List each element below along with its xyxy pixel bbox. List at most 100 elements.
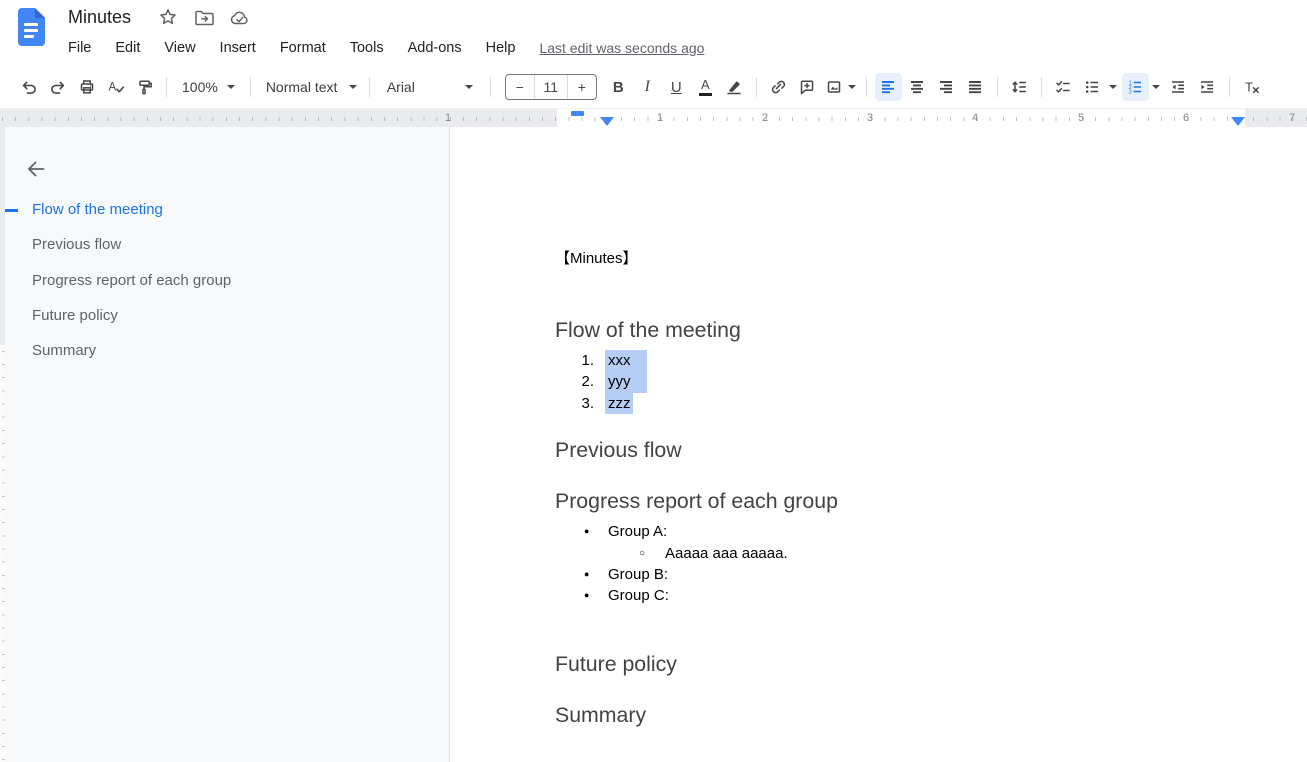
menu-tools[interactable]: Tools — [350, 40, 384, 56]
align-right-button[interactable] — [933, 73, 960, 101]
highlight-color-button[interactable] — [721, 73, 748, 101]
ruler-number: 2 — [762, 112, 768, 124]
bullet-text: Group A: — [608, 523, 667, 540]
toolbar-divider — [866, 77, 867, 97]
zoom-select[interactable]: 100% — [174, 73, 243, 101]
right-indent-marker[interactable] — [1231, 117, 1245, 126]
chevron-down-icon[interactable] — [1109, 85, 1117, 89]
font-family-select[interactable]: Arial — [377, 73, 483, 101]
add-comment-button[interactable] — [794, 73, 821, 101]
zoom-value: 100% — [182, 79, 218, 95]
toolbar-divider — [756, 77, 757, 97]
selected-list-text: zzz — [605, 393, 633, 414]
list-number: 1. — [555, 350, 594, 371]
heading-flow-of-the-meeting[interactable]: Flow of the meeting — [555, 317, 1255, 344]
heading-previous-flow[interactable]: Previous flow — [555, 437, 1255, 464]
left-indent-marker[interactable] — [600, 117, 614, 126]
horizontal-ruler[interactable]: 11234567 — [0, 108, 1307, 127]
toolbar-divider — [166, 77, 167, 97]
bullet-list-item[interactable]: ●Group C: — [555, 585, 1255, 606]
chevron-down-icon — [227, 85, 235, 89]
numbered-list-item[interactable]: 3. zzz — [555, 393, 1255, 414]
align-left-button[interactable] — [875, 73, 902, 101]
decrease-font-size-button[interactable]: − — [506, 75, 534, 99]
menu-view[interactable]: View — [164, 40, 195, 56]
heading-future-policy[interactable]: Future policy — [555, 651, 1255, 678]
numbered-list-item[interactable]: 2.yyy — [555, 371, 1255, 392]
svg-text:3: 3 — [1129, 90, 1132, 96]
menu-add-ons[interactable]: Add-ons — [408, 40, 462, 56]
toolbar-divider — [997, 77, 998, 97]
underline-button[interactable]: U — [663, 73, 690, 101]
document-canvas[interactable]: 【Minutes】 Flow of the meeting 1.xxx2.yyy… — [451, 127, 1307, 762]
paragraph-style-select[interactable]: Normal text — [258, 73, 362, 101]
page-content: 【Minutes】 Flow of the meeting 1.xxx2.yyy… — [555, 127, 1255, 729]
move-to-folder-icon[interactable] — [193, 8, 215, 28]
bullet-list-item[interactable]: ○Aaaaa aaa aaaaa. — [555, 543, 1255, 564]
close-outline-button[interactable] — [24, 157, 48, 181]
outline-item-summary[interactable]: Summary — [32, 342, 429, 360]
font-size-control: − 11 + — [505, 74, 597, 100]
outline-item-future-policy[interactable]: Future policy — [32, 307, 429, 325]
align-center-button[interactable] — [904, 73, 931, 101]
bulleted-list-button[interactable] — [1079, 73, 1106, 101]
numbered-list-button[interactable]: 123 — [1122, 73, 1149, 101]
bullet-list-item[interactable]: ●Group B: — [555, 564, 1255, 585]
paint-format-button[interactable] — [131, 73, 158, 101]
doc-tag-line[interactable]: 【Minutes】 — [555, 250, 1255, 268]
outline-item-progress-report-of-each-group[interactable]: Progress report of each group — [32, 272, 429, 290]
print-button[interactable] — [73, 73, 100, 101]
bold-label: B — [613, 80, 624, 95]
text-color-label: A — [701, 78, 710, 91]
menu-format[interactable]: Format — [280, 40, 326, 56]
menu-help[interactable]: Help — [486, 40, 516, 56]
redo-button[interactable] — [44, 73, 71, 101]
insert-link-button[interactable] — [765, 73, 792, 101]
heading-summary[interactable]: Summary — [555, 702, 1255, 729]
list-number: 3. — [555, 393, 594, 414]
line-spacing-button[interactable] — [1006, 73, 1033, 101]
increase-font-size-button[interactable]: + — [568, 75, 596, 99]
svg-text:A: A — [108, 82, 116, 94]
insert-image-button[interactable] — [823, 73, 858, 101]
google-docs-icon[interactable] — [17, 8, 45, 46]
toolbar-divider — [490, 77, 491, 97]
ruler-number: 6 — [1183, 112, 1189, 124]
outline-item-flow-of-the-meeting[interactable]: Flow of the meeting — [32, 201, 429, 219]
active-heading-indicator — [5, 209, 18, 212]
checklist-button[interactable] — [1050, 73, 1077, 101]
numbered-list-item[interactable]: 1.xxx — [555, 350, 1255, 371]
bullet-text: Aaaaa aaa aaaaa. — [665, 545, 788, 562]
justify-button[interactable] — [962, 73, 989, 101]
bold-button[interactable]: B — [605, 73, 632, 101]
paragraph-style-value: Normal text — [266, 79, 338, 95]
decrease-indent-button[interactable] — [1165, 73, 1192, 101]
italic-label: I — [645, 79, 650, 95]
heading-progress-report[interactable]: Progress report of each group — [555, 488, 1255, 515]
menu-items: File Edit View Insert Format Tools Add-ons Help — [68, 40, 515, 56]
toolbar-divider — [1229, 77, 1230, 97]
star-icon[interactable] — [157, 8, 179, 28]
menu-edit[interactable]: Edit — [115, 40, 140, 56]
ruler-number: 7 — [1289, 112, 1295, 124]
outline-item-previous-flow[interactable]: Previous flow — [32, 236, 429, 254]
toolbar-divider — [1041, 77, 1042, 97]
font-size-input[interactable]: 11 — [534, 75, 568, 99]
bullet-text: Group B: — [608, 566, 668, 583]
menu-file[interactable]: File — [68, 40, 91, 56]
chevron-down-icon[interactable] — [1152, 85, 1160, 89]
bulleted-list: ●Group A:○Aaaaa aaa aaaaa.●Group B:●Grou… — [555, 521, 1255, 607]
spelling-check-button[interactable]: A — [102, 73, 129, 101]
italic-button[interactable]: I — [634, 73, 661, 101]
cloud-saved-icon[interactable] — [229, 8, 251, 28]
first-line-indent-marker[interactable] — [571, 111, 584, 116]
clear-formatting-button[interactable]: T — [1238, 73, 1265, 101]
menu-insert[interactable]: Insert — [220, 40, 256, 56]
bullet-list-item[interactable]: ●Group A: — [555, 521, 1255, 542]
last-edit-status[interactable]: Last edit was seconds ago — [539, 40, 704, 56]
increase-indent-button[interactable] — [1194, 73, 1221, 101]
document-title[interactable]: Minutes — [68, 7, 131, 28]
toolbar-divider — [250, 77, 251, 97]
text-color-button[interactable]: A — [692, 73, 719, 101]
undo-button[interactable] — [15, 73, 42, 101]
